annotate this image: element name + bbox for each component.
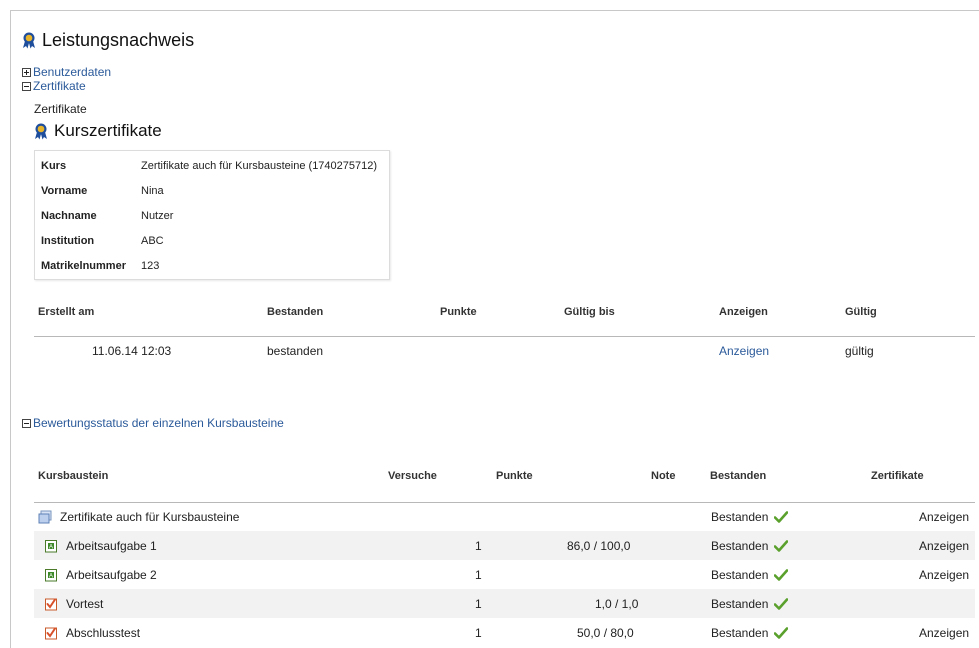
header-points: Punkte [496,470,533,482]
header-certificates: Zertifikate [871,470,924,482]
tree-user-data-label[interactable]: Benutzerdaten [33,65,111,79]
header-course-element: Kursbaustein [38,470,109,482]
tree-evaluation-status[interactable]: Bewertungsstatus der einzelnen Kursbaust… [22,416,284,430]
row-name: Arbeitsaufgabe 2 [66,567,157,582]
row-name-cell: A Arbeitsaufgabe 2 [44,560,157,589]
assignment-icon: A [44,568,58,582]
collapse-icon[interactable] [22,81,31,91]
check-icon [774,597,789,610]
row-points: 50,0 / 80,0 [577,625,634,640]
table-row: Vortest 1 1,0 / 1,0 Bestanden [34,589,975,618]
header-attempts: Versuche [388,470,437,482]
row-passed: Bestanden [711,502,789,531]
award-icon [22,32,36,49]
row-attempts: 1 [475,538,482,553]
row-attempts: 1 [475,567,482,582]
collapse-icon[interactable] [22,418,31,428]
table-row: Abschlusstest 1 50,0 / 80,0 Bestanden An… [34,618,975,647]
row-passed: Bestanden [711,618,789,647]
row-name-cell: Abschlusstest [44,618,140,647]
row-attempts: 1 [475,625,482,640]
certificates-small-label: Zertifikate [34,102,87,116]
svg-text:A: A [49,573,53,579]
course-icon [38,510,52,524]
row-points: 86,0 / 100,0 [567,538,631,553]
row-points: 1,0 / 1,0 [595,596,639,611]
info-value: 123 [141,260,160,272]
header-passed: Bestanden [267,306,324,318]
check-icon [774,510,789,523]
row-name: Arbeitsaufgabe 1 [66,538,157,553]
test-icon [44,597,58,611]
test-icon [44,626,58,640]
header-grade: Note [651,470,676,482]
info-key: Nachname [41,210,97,222]
info-row-course: Kurs Zertifikate auch für Kursbausteine … [41,157,377,175]
course-certificates-title: Kurszertifikate [34,121,162,141]
info-value: Nutzer [141,210,174,222]
tree-certificates[interactable]: Zertifikate [22,79,86,93]
table-row: A Arbeitsaufgabe 1 1 86,0 / 100,0 Bestan… [34,531,975,560]
row-name: Abschlusstest [66,625,141,640]
assignment-icon: A [44,539,58,553]
row-cert-link[interactable]: Anzeigen [919,618,969,647]
info-key: Vorname [41,185,88,197]
header-passed: Bestanden [710,470,767,482]
info-row-firstname: Vorname Nina [41,182,164,200]
info-key: Institution [41,235,95,247]
header-points: Punkte [440,306,477,318]
row-passed-text: Bestanden [711,567,769,582]
header-show: Anzeigen [719,306,768,318]
tree-evaluation-label[interactable]: Bewertungsstatus der einzelnen Kursbaust… [33,416,284,430]
cert-show-link[interactable]: Anzeigen [719,344,769,358]
award-icon [34,123,48,140]
row-cert-link[interactable]: Anzeigen [919,531,969,560]
expand-icon[interactable] [22,67,31,77]
row-passed-text: Bestanden [711,538,769,553]
certificate-info-box: Kurs Zertifikate auch für Kursbausteine … [34,150,390,280]
row-name-cell: Zertifikate auch für Kursbausteine [38,502,239,531]
header-valid-until: Gültig bis [564,306,615,318]
row-name-cell: A Arbeitsaufgabe 1 [44,531,157,560]
row-passed: Bestanden [711,531,789,560]
row-passed: Bestanden [711,560,789,589]
row-passed: Bestanden [711,589,789,618]
info-key: Kurs [41,160,67,172]
info-key: Matrikelnummer [41,260,126,272]
row-name: Vortest [66,596,104,611]
info-value: Zertifikate auch für Kursbausteine (1740… [141,160,378,172]
info-value: Nina [141,185,164,197]
check-icon [774,626,789,639]
header-created: Erstellt am [38,306,95,318]
info-row-institution: Institution ABC [41,232,164,250]
info-row-matriculation: Matrikelnummer 123 [41,257,159,275]
page-title-text: Leistungsnachweis [42,30,195,50]
tree-certificates-label[interactable]: Zertifikate [33,79,86,93]
info-value: ABC [141,235,164,247]
table-divider [34,336,975,337]
frame-top-border [10,10,979,11]
table-row: Zertifikate auch für Kursbausteine Besta… [34,502,975,531]
check-icon [774,539,789,552]
row-passed-text: Bestanden [711,596,769,611]
svg-text:A: A [49,544,53,550]
row-passed-text: Bestanden [711,625,769,640]
frame-left-border [10,10,11,648]
cert-passed-status: bestanden [267,344,324,358]
row-name: Zertifikate auch für Kursbausteine [60,509,240,524]
row-name-cell: Vortest [44,589,103,618]
info-row-lastname: Nachname Nutzer [41,207,173,225]
tree-user-data[interactable]: Benutzerdaten [22,65,111,79]
row-attempts: 1 [475,596,482,611]
cert-created-date: 11.06.14 12:03 [92,344,172,358]
check-icon [774,568,789,581]
page-title: Leistungsnachweis [22,30,194,51]
row-cert-link[interactable]: Anzeigen [919,560,969,589]
row-passed-text: Bestanden [711,509,769,524]
course-certificates-title-text: Kurszertifikate [54,121,162,140]
cert-valid-status: gültig [845,344,874,358]
row-cert-link[interactable]: Anzeigen [919,502,969,531]
header-valid: Gültig [845,306,877,318]
table-row: A Arbeitsaufgabe 2 1 Bestanden Anzeigen [34,560,975,589]
